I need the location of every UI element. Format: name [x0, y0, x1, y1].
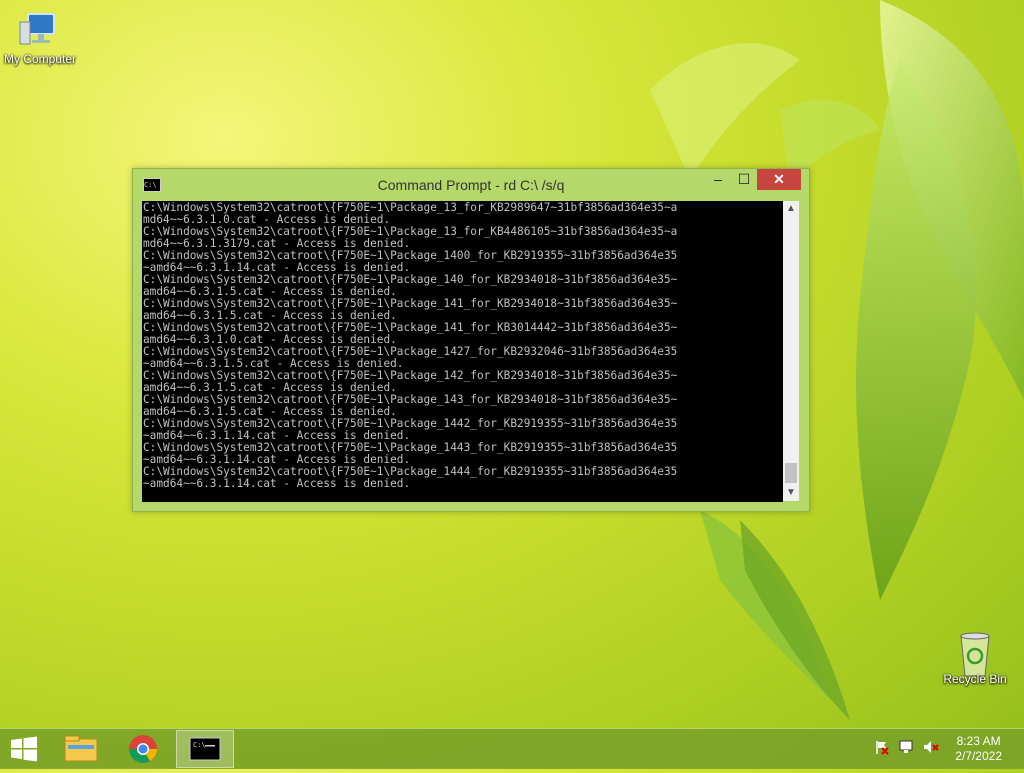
taskbar-command-prompt[interactable]: C:\	[176, 730, 234, 768]
windows-logo-icon	[11, 736, 37, 762]
taskbar-file-explorer[interactable]	[52, 730, 110, 768]
console-output[interactable]: C:\Windows\System32\catroot\{F750E~1\Pac…	[142, 201, 783, 502]
command-prompt-window[interactable]: C:\ Command Prompt - rd C:\ /s/q – ☐ ✕ C…	[132, 168, 810, 512]
title-bar[interactable]: C:\ Command Prompt - rd C:\ /s/q – ☐ ✕	[133, 169, 809, 199]
taskbar-chrome[interactable]	[114, 730, 172, 768]
folder-icon	[64, 735, 98, 762]
close-button[interactable]: ✕	[757, 169, 801, 190]
scroll-up-arrow-icon[interactable]: ▲	[783, 201, 799, 217]
network-icon[interactable]	[898, 739, 916, 758]
cmd-icon: C:\	[189, 737, 221, 761]
clock-date: 2/7/2022	[955, 749, 1002, 763]
recycle-bin-icon	[953, 630, 997, 677]
vertical-scrollbar[interactable]: ▲ ▼	[783, 201, 799, 501]
taskbar: C:\ 8:23 AM 2/7/2022	[0, 728, 1024, 769]
volume-muted-icon[interactable]	[922, 739, 940, 758]
computer-icon	[18, 10, 62, 50]
svg-text:C:\: C:\	[193, 741, 206, 749]
system-clock[interactable]: 8:23 AM 2/7/2022	[955, 734, 1002, 764]
clock-time: 8:23 AM	[956, 734, 1001, 748]
chrome-icon	[129, 735, 157, 763]
start-button[interactable]	[0, 730, 48, 768]
desktop-icon-label: Recycle Bin	[943, 672, 1007, 686]
scroll-down-arrow-icon[interactable]: ▼	[783, 485, 799, 501]
scrollbar-thumb[interactable]	[785, 463, 797, 483]
desktop-icon-label: My Computer	[3, 52, 77, 66]
minimize-button[interactable]: –	[705, 169, 731, 190]
desktop-icon-recycle-bin[interactable]: Recycle Bin	[935, 630, 1015, 686]
console-line: ~amd64~~6.3.1.14.cat - Access is denied.	[143, 477, 411, 490]
action-center-flag-icon[interactable]	[874, 739, 890, 758]
desktop-icon-my-computer[interactable]: My Computer	[0, 10, 80, 66]
maximize-button[interactable]: ☐	[731, 169, 757, 190]
